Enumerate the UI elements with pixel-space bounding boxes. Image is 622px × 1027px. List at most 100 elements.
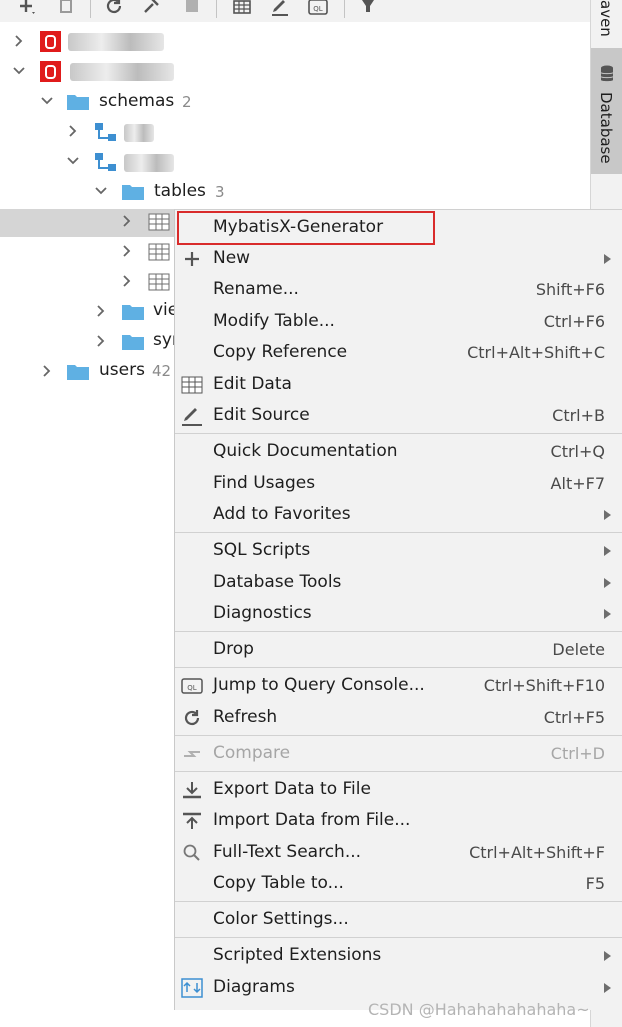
toolbar-separator [344, 0, 345, 18]
refresh-icon[interactable] [102, 0, 126, 18]
menu-item-label: Copy Reference [213, 342, 348, 362]
menu-item-modify-table[interactable]: Modify Table... Ctrl+F6 [175, 306, 622, 337]
submenu-arrow-icon [604, 578, 611, 588]
toolbar-separator [216, 0, 217, 18]
menu-item-scripted-extensions[interactable]: Scripted Extensions [175, 940, 622, 971]
menu-item-color-settings[interactable]: Color Settings... [175, 904, 622, 935]
menu-item-label: Find Usages [213, 473, 316, 493]
chevron-right-icon[interactable] [120, 214, 134, 228]
menu-item-shortcut: Ctrl+Q [550, 442, 605, 461]
menu-item-label: Compare [213, 743, 291, 763]
chevron-right-icon[interactable] [40, 364, 54, 378]
menu-item-label: Import Data from File... [213, 810, 411, 830]
properties-icon[interactable] [140, 0, 164, 18]
menu-item-import-data-from-file[interactable]: Import Data from File... [175, 805, 622, 836]
menu-separator [175, 735, 622, 736]
obscured-datasource-name [68, 33, 164, 51]
plus-icon [185, 252, 199, 266]
menu-item-full-text-search[interactable]: Full-Text Search... Ctrl+Alt+Shift+F [175, 837, 622, 868]
menu-item-label: Modify Table... [213, 311, 335, 331]
menu-separator [175, 901, 622, 902]
chevron-down-icon[interactable] [94, 184, 108, 198]
menu-item-new[interactable]: New [175, 243, 622, 274]
menu-item-shortcut: Ctrl+F6 [543, 312, 605, 331]
submenu-arrow-icon [604, 546, 611, 556]
filter-icon[interactable] [356, 0, 380, 18]
chevron-down-icon[interactable] [66, 154, 80, 168]
query-console-icon: QL [181, 678, 203, 694]
database-tree: schemas 2 tables 3 [0, 22, 590, 209]
menu-item-label: Edit Data [213, 374, 292, 394]
table-icon [148, 213, 170, 231]
tab-maven[interactable]: aven [591, 0, 622, 46]
menu-item-add-to-favorites[interactable]: Add to Favorites [175, 499, 622, 530]
tree-row-tables[interactable]: tables 3 [0, 179, 590, 209]
menu-item-find-usages[interactable]: Find Usages Alt+F7 [175, 468, 622, 499]
stop-icon[interactable] [180, 0, 204, 18]
folder-icon [122, 305, 144, 320]
chevron-right-icon[interactable] [12, 34, 26, 48]
menu-item-database-tools[interactable]: Database Tools [175, 567, 622, 598]
menu-item-label: Drop [213, 639, 254, 659]
chevron-right-icon[interactable] [120, 244, 134, 258]
menu-item-export-data-to-file[interactable]: Export Data to File [175, 774, 622, 805]
menu-item-copy-table-to[interactable]: Copy Table to... F5 [175, 868, 622, 899]
table-grid-icon[interactable] [230, 0, 254, 18]
query-console-icon[interactable]: QL [306, 0, 330, 18]
menu-item-shortcut: Alt+F7 [550, 474, 605, 493]
menu-item-rename[interactable]: Rename... Shift+F6 [175, 274, 622, 305]
copy-icon[interactable] [54, 0, 78, 18]
menu-separator [175, 433, 622, 434]
folder-icon [122, 335, 144, 350]
pencil-icon [182, 408, 202, 426]
tree-row-schema-1[interactable] [0, 119, 590, 149]
menu-item-sql-scripts[interactable]: SQL Scripts [175, 535, 622, 566]
database-toolbar: QL [0, 0, 590, 23]
chevron-right-icon[interactable] [94, 334, 108, 348]
pencil-icon[interactable] [268, 0, 292, 18]
chevron-right-icon[interactable] [120, 274, 134, 288]
tree-row-datasource-1[interactable] [0, 29, 590, 59]
tree-row-schema-2[interactable] [0, 149, 590, 179]
menu-item-shortcut: Ctrl+B [552, 406, 605, 425]
search-icon [183, 844, 200, 861]
menu-item-drop[interactable]: Drop Delete [175, 634, 622, 665]
folder-icon [122, 185, 144, 200]
menu-item-shortcut: Ctrl+Alt+Shift+F [469, 843, 605, 862]
submenu-arrow-icon [604, 951, 611, 961]
menu-item-shortcut: Shift+F6 [535, 280, 605, 299]
menu-separator [175, 631, 622, 632]
menu-item-edit-source[interactable]: Edit Source Ctrl+B [175, 400, 622, 431]
submenu-arrow-icon [604, 609, 611, 619]
database-icon [599, 64, 615, 84]
menu-item-label: Database Tools [213, 572, 342, 592]
chevron-right-icon[interactable] [94, 304, 108, 318]
menu-item-mybatisx-generator[interactable]: MybatisX-Generator [175, 212, 622, 243]
diagram-icon [181, 978, 203, 998]
users-count: 42 [152, 362, 172, 380]
menu-separator [175, 937, 622, 938]
menu-item-refresh[interactable]: Refresh Ctrl+F5 [175, 702, 622, 733]
menu-item-label: Add to Favorites [213, 504, 351, 524]
menu-item-shortcut: Ctrl+Alt+Shift+C [467, 343, 605, 362]
menu-item-copy-reference[interactable]: Copy Reference Ctrl+Alt+Shift+C [175, 337, 622, 368]
tab-database[interactable]: Database [591, 48, 622, 174]
menu-item-shortcut: Ctrl+F5 [543, 708, 605, 727]
menu-item-label: Diagnostics [213, 603, 312, 623]
menu-item-label: SQL Scripts [213, 540, 311, 560]
chevron-down-icon[interactable] [12, 64, 26, 78]
menu-item-compare: Compare Ctrl+D [175, 738, 622, 769]
tree-row-datasource-2[interactable] [0, 59, 590, 89]
menu-item-jump-to-query-console[interactable]: QL Jump to Query Console... Ctrl+Shift+F… [175, 670, 622, 701]
menu-item-diagnostics[interactable]: Diagnostics [175, 598, 622, 629]
tree-row-schemas[interactable]: schemas 2 [0, 89, 590, 119]
menu-item-quick-documentation[interactable]: Quick Documentation Ctrl+Q [175, 436, 622, 467]
menu-item-label: Rename... [213, 279, 299, 299]
chevron-down-icon[interactable] [40, 94, 54, 108]
compare-icon [184, 751, 200, 757]
chevron-right-icon[interactable] [66, 124, 80, 138]
menu-item-edit-data[interactable]: Edit Data [175, 369, 622, 400]
add-icon[interactable] [14, 0, 38, 18]
menu-separator [175, 532, 622, 533]
menu-item-diagrams[interactable]: Diagrams [175, 972, 622, 1003]
